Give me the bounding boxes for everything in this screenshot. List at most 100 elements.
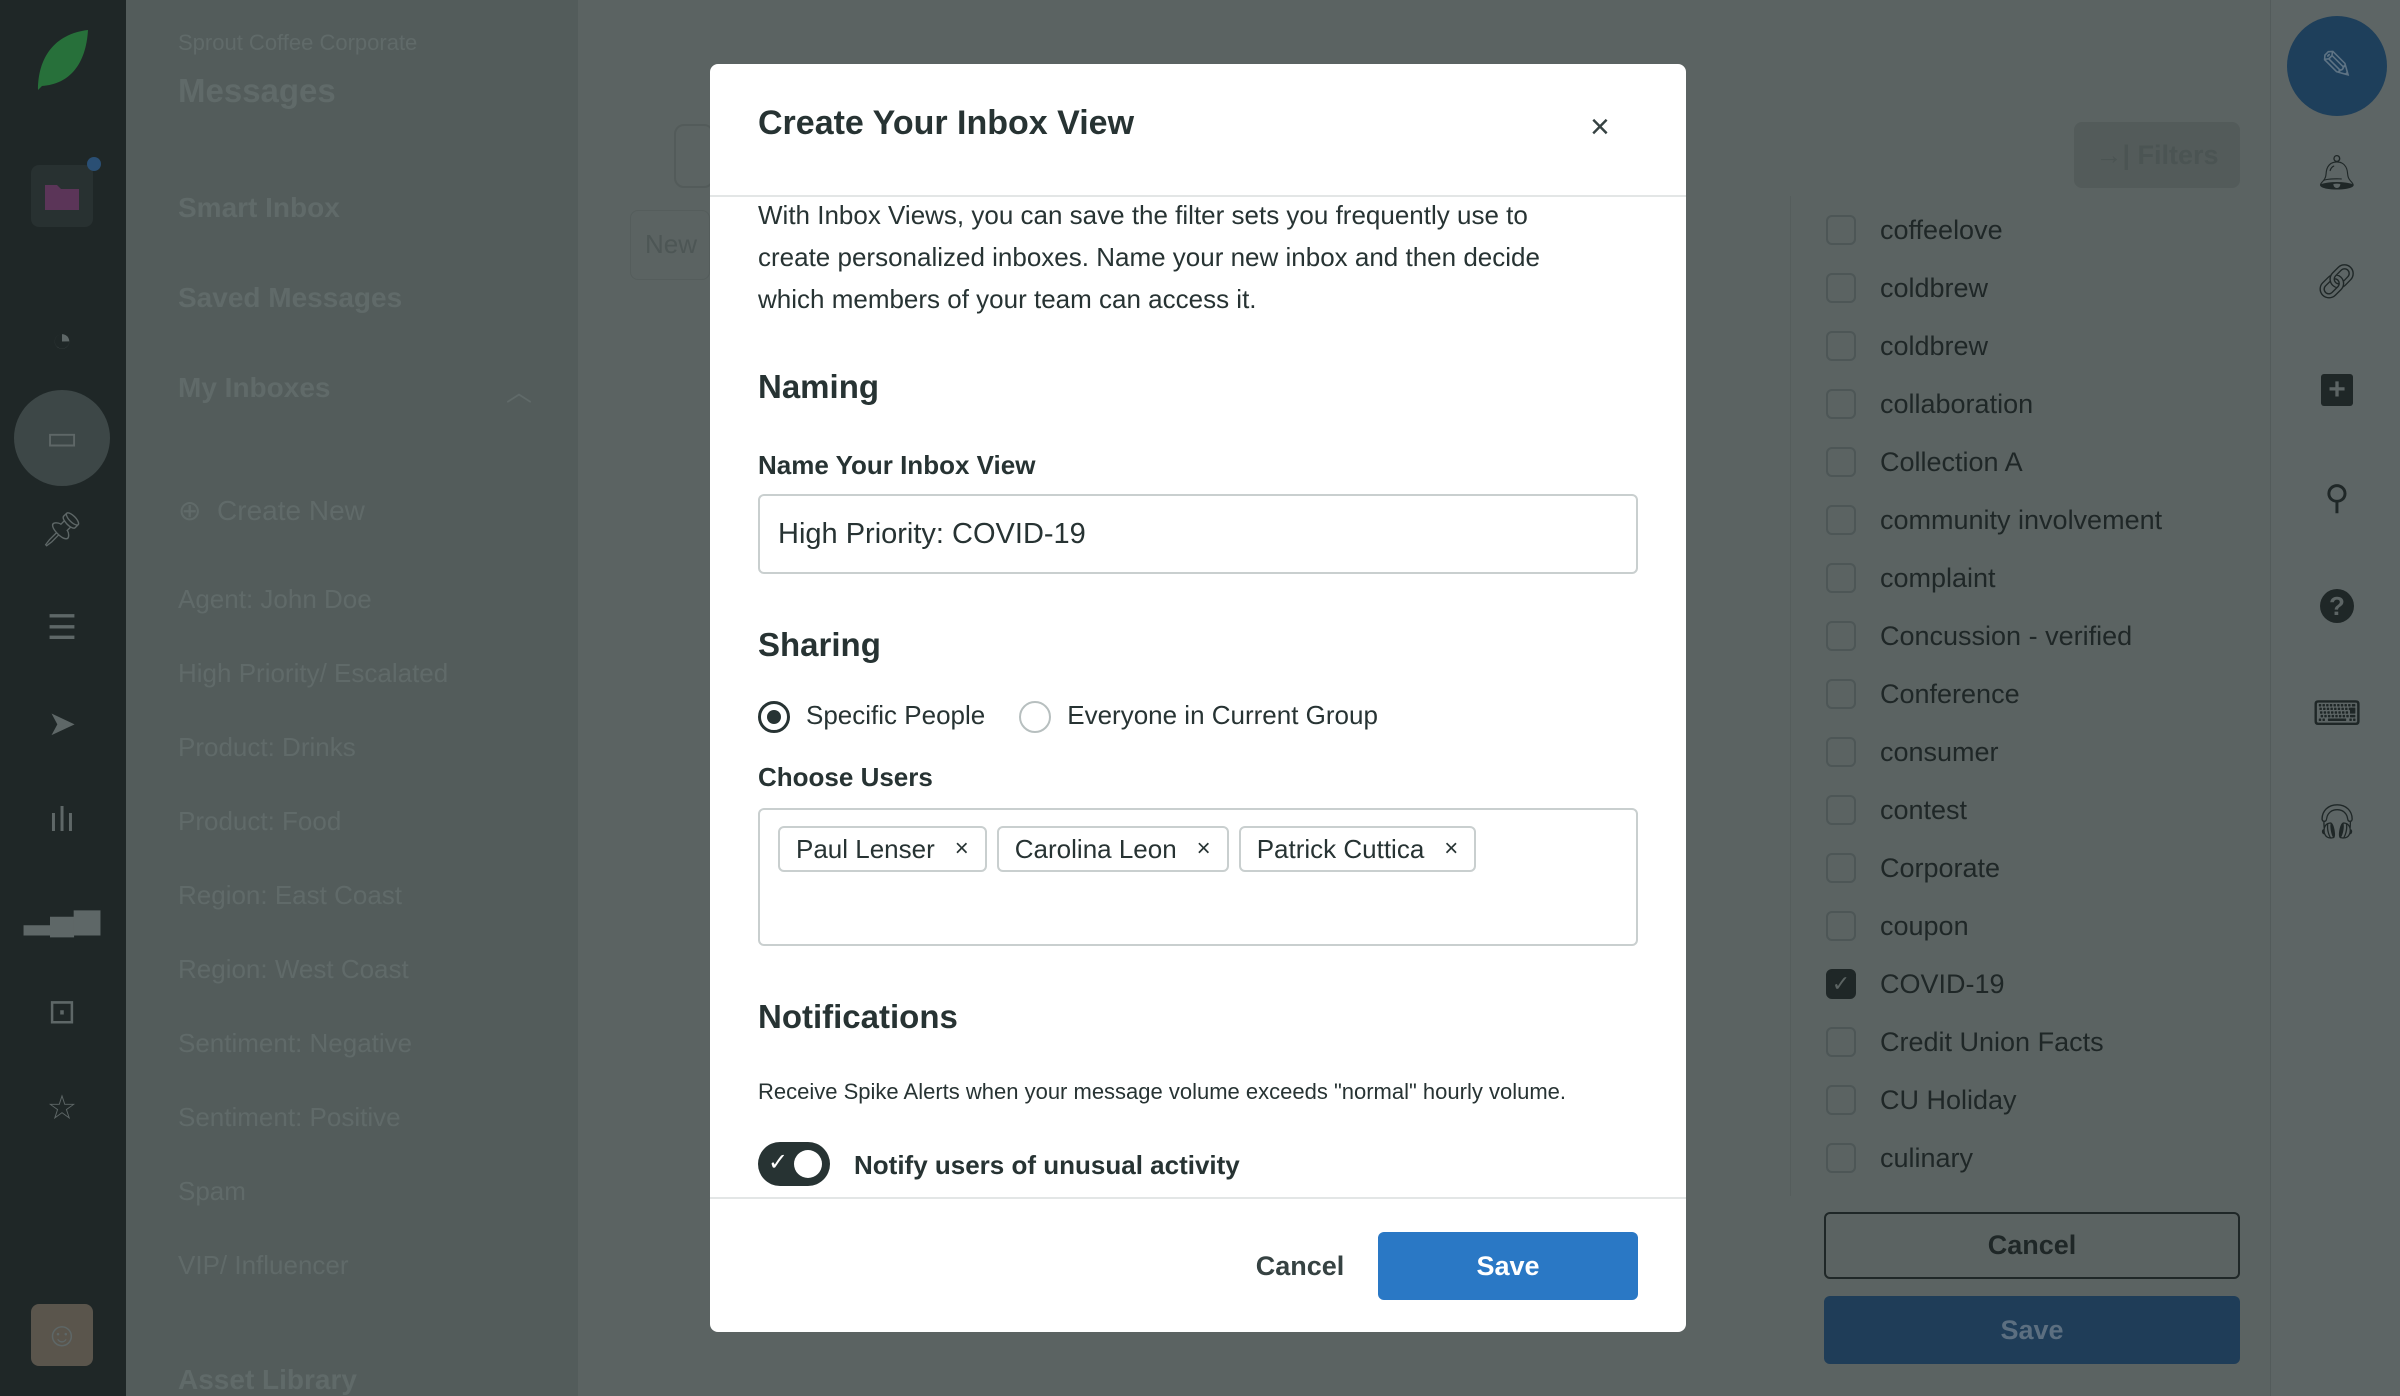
filters-save-button[interactable]: Save xyxy=(1824,1296,2240,1364)
star-icon[interactable]: ☆ xyxy=(31,1077,93,1139)
folder-icon[interactable] xyxy=(31,157,101,227)
search-icon[interactable]: ⚲ xyxy=(2311,472,2363,524)
radio-everyone-in-group[interactable]: Everyone in Current Group xyxy=(1019,700,1378,734)
sidebar-inbox-item[interactable]: Product: Food xyxy=(178,806,341,837)
save-button[interactable]: Save xyxy=(1378,1232,1638,1300)
gauge-icon[interactable]: ◔ xyxy=(31,309,93,371)
sidebar-inbox-item[interactable]: Spam xyxy=(178,1176,246,1207)
radio-button[interactable] xyxy=(1019,701,1052,734)
sidebar-inbox-item[interactable]: Region: East Coast xyxy=(178,880,402,911)
sidebar-inbox-item[interactable]: Region: West Coast xyxy=(178,954,409,985)
chip-label: Patrick Cuttica xyxy=(1256,833,1425,864)
chevron-up-icon[interactable]: ︿ xyxy=(506,372,532,409)
send-icon[interactable]: ➤ xyxy=(31,693,93,755)
sidebar-inbox-item[interactable]: Sentiment: Positive xyxy=(178,1102,401,1133)
filter-tag-row[interactable]: collaboration xyxy=(1826,384,2033,424)
sidebar-inbox-item[interactable]: Product: Drinks xyxy=(178,732,356,763)
filter-tag-row[interactable]: complaint xyxy=(1826,558,1996,598)
sprout-logo-icon[interactable] xyxy=(31,30,93,92)
checkbox[interactable] xyxy=(1826,679,1856,709)
notify-label: Notify users of unusual activity xyxy=(854,1150,1240,1180)
filters-button[interactable]: →| Filters xyxy=(2074,122,2240,188)
link-icon[interactable]: 🔗︎ xyxy=(2311,256,2363,308)
filter-tag-row[interactable]: CU Holiday xyxy=(1826,1080,2017,1120)
checkbox[interactable] xyxy=(1826,273,1856,303)
sidebar-inbox-item[interactable]: Agent: John Doe xyxy=(178,584,372,615)
checkbox[interactable] xyxy=(1826,505,1856,535)
close-icon[interactable]: × xyxy=(1590,108,1610,147)
filter-tag-row[interactable]: coupon xyxy=(1826,906,1969,946)
notify-toggle[interactable]: ✓ xyxy=(758,1142,830,1186)
filter-tag-row[interactable]: contest xyxy=(1826,790,1967,830)
plus-square-icon[interactable]: + xyxy=(2311,364,2363,416)
filter-tag-label: Credit Union Facts xyxy=(1880,1026,2104,1057)
help-icon[interactable]: ? xyxy=(2311,580,2363,632)
checkbox[interactable] xyxy=(1826,389,1856,419)
user-avatar[interactable]: ☺ xyxy=(31,1304,93,1366)
checkbox[interactable] xyxy=(1826,1085,1856,1115)
keyboard-icon[interactable]: ⌨ xyxy=(2311,688,2363,740)
filter-tag-row[interactable]: Corporate xyxy=(1826,848,2000,888)
filter-tag-row[interactable]: coldbrew xyxy=(1826,326,1988,366)
filter-tag-row[interactable]: consumer xyxy=(1826,732,1999,772)
checkbox[interactable]: ✓ xyxy=(1826,969,1856,999)
checkbox[interactable] xyxy=(1826,563,1856,593)
checkbox[interactable] xyxy=(1826,737,1856,767)
compose-icon[interactable]: ✎ xyxy=(2287,16,2387,116)
filter-tag-label: coupon xyxy=(1880,910,1969,941)
radio-label: Specific People xyxy=(806,700,986,730)
filter-tag-label: complaint xyxy=(1880,562,1996,593)
checkbox[interactable] xyxy=(1826,1027,1856,1057)
filters-cancel-button[interactable]: Cancel xyxy=(1824,1212,2240,1279)
create-new-button[interactable]: ⊕ Create New xyxy=(178,494,365,527)
new-tab[interactable]: New xyxy=(630,210,710,280)
calendar-button[interactable] xyxy=(674,124,714,188)
checkbox[interactable] xyxy=(1826,447,1856,477)
radio-specific-people[interactable]: Specific People xyxy=(758,700,986,734)
filter-tag-row[interactable]: Credit Union Facts xyxy=(1826,1022,2104,1062)
inbox-icon[interactable]: ▭ xyxy=(14,390,110,486)
filter-tag-row[interactable]: community involvement xyxy=(1826,500,2162,540)
modal-title: Create Your Inbox View xyxy=(758,104,1135,142)
filter-tag-row[interactable]: Conference xyxy=(1826,674,2020,714)
bell-icon[interactable]: 🔔︎ xyxy=(2311,147,2363,199)
sidebar-inbox-item[interactable]: Sentiment: Negative xyxy=(178,1028,412,1059)
filter-tag-label: Conference xyxy=(1880,678,2020,709)
listening-icon[interactable]: ılı xyxy=(31,789,93,851)
pin-icon[interactable]: 📌︎ xyxy=(31,499,93,561)
radio-button[interactable] xyxy=(758,701,790,734)
list-icon[interactable]: ☰ xyxy=(31,597,93,659)
filter-tag-row[interactable]: Collection A xyxy=(1826,442,2023,482)
checkbox[interactable] xyxy=(1826,331,1856,361)
filter-tag-row[interactable]: ✓ COVID-19 xyxy=(1826,964,2005,1004)
remove-icon[interactable]: × xyxy=(1197,835,1211,863)
radio-label: Everyone in Current Group xyxy=(1067,700,1378,730)
remove-icon[interactable]: × xyxy=(1444,835,1458,863)
filter-tag-row[interactable]: coffeelove xyxy=(1826,210,2003,250)
filter-tag-row[interactable]: culinary xyxy=(1826,1138,1973,1178)
create-new-label: Create New xyxy=(217,495,365,526)
remove-icon[interactable]: × xyxy=(955,835,969,863)
checkbox[interactable] xyxy=(1826,1143,1856,1173)
checkbox[interactable] xyxy=(1826,621,1856,651)
inbox-name-input[interactable] xyxy=(758,494,1638,574)
sidebar-item-smart-inbox[interactable]: Smart Inbox xyxy=(178,192,340,224)
sidebar-item-asset-library[interactable]: Asset Library xyxy=(178,1364,357,1396)
checkbox[interactable] xyxy=(1826,853,1856,883)
sidebar-inbox-item[interactable]: High Priority/ Escalated xyxy=(178,658,448,689)
filter-tag-row[interactable]: Concussion - verified xyxy=(1826,616,2132,656)
headset-icon[interactable]: 🎧︎ xyxy=(2311,796,2363,848)
sidebar-item-saved-messages[interactable]: Saved Messages xyxy=(178,282,402,314)
naming-heading: Naming xyxy=(758,368,880,405)
filter-tag-row[interactable]: coldbrew xyxy=(1826,268,1988,308)
reports-icon[interactable]: ▂▄▅ xyxy=(24,885,100,947)
bot-icon[interactable]: ⊡ xyxy=(31,981,93,1043)
checkbox[interactable] xyxy=(1826,795,1856,825)
cancel-button[interactable]: Cancel xyxy=(1250,1232,1350,1300)
check-icon: ✓ xyxy=(768,1149,789,1176)
sidebar-section-my-inboxes[interactable]: My Inboxes xyxy=(178,372,330,404)
checkbox[interactable] xyxy=(1826,215,1856,245)
checkbox[interactable] xyxy=(1826,911,1856,941)
users-select[interactable]: Paul Lenser × Carolina Leon × Patrick Cuttic… xyxy=(758,808,1638,946)
sidebar-inbox-item[interactable]: VIP/ Influencer xyxy=(178,1250,349,1281)
